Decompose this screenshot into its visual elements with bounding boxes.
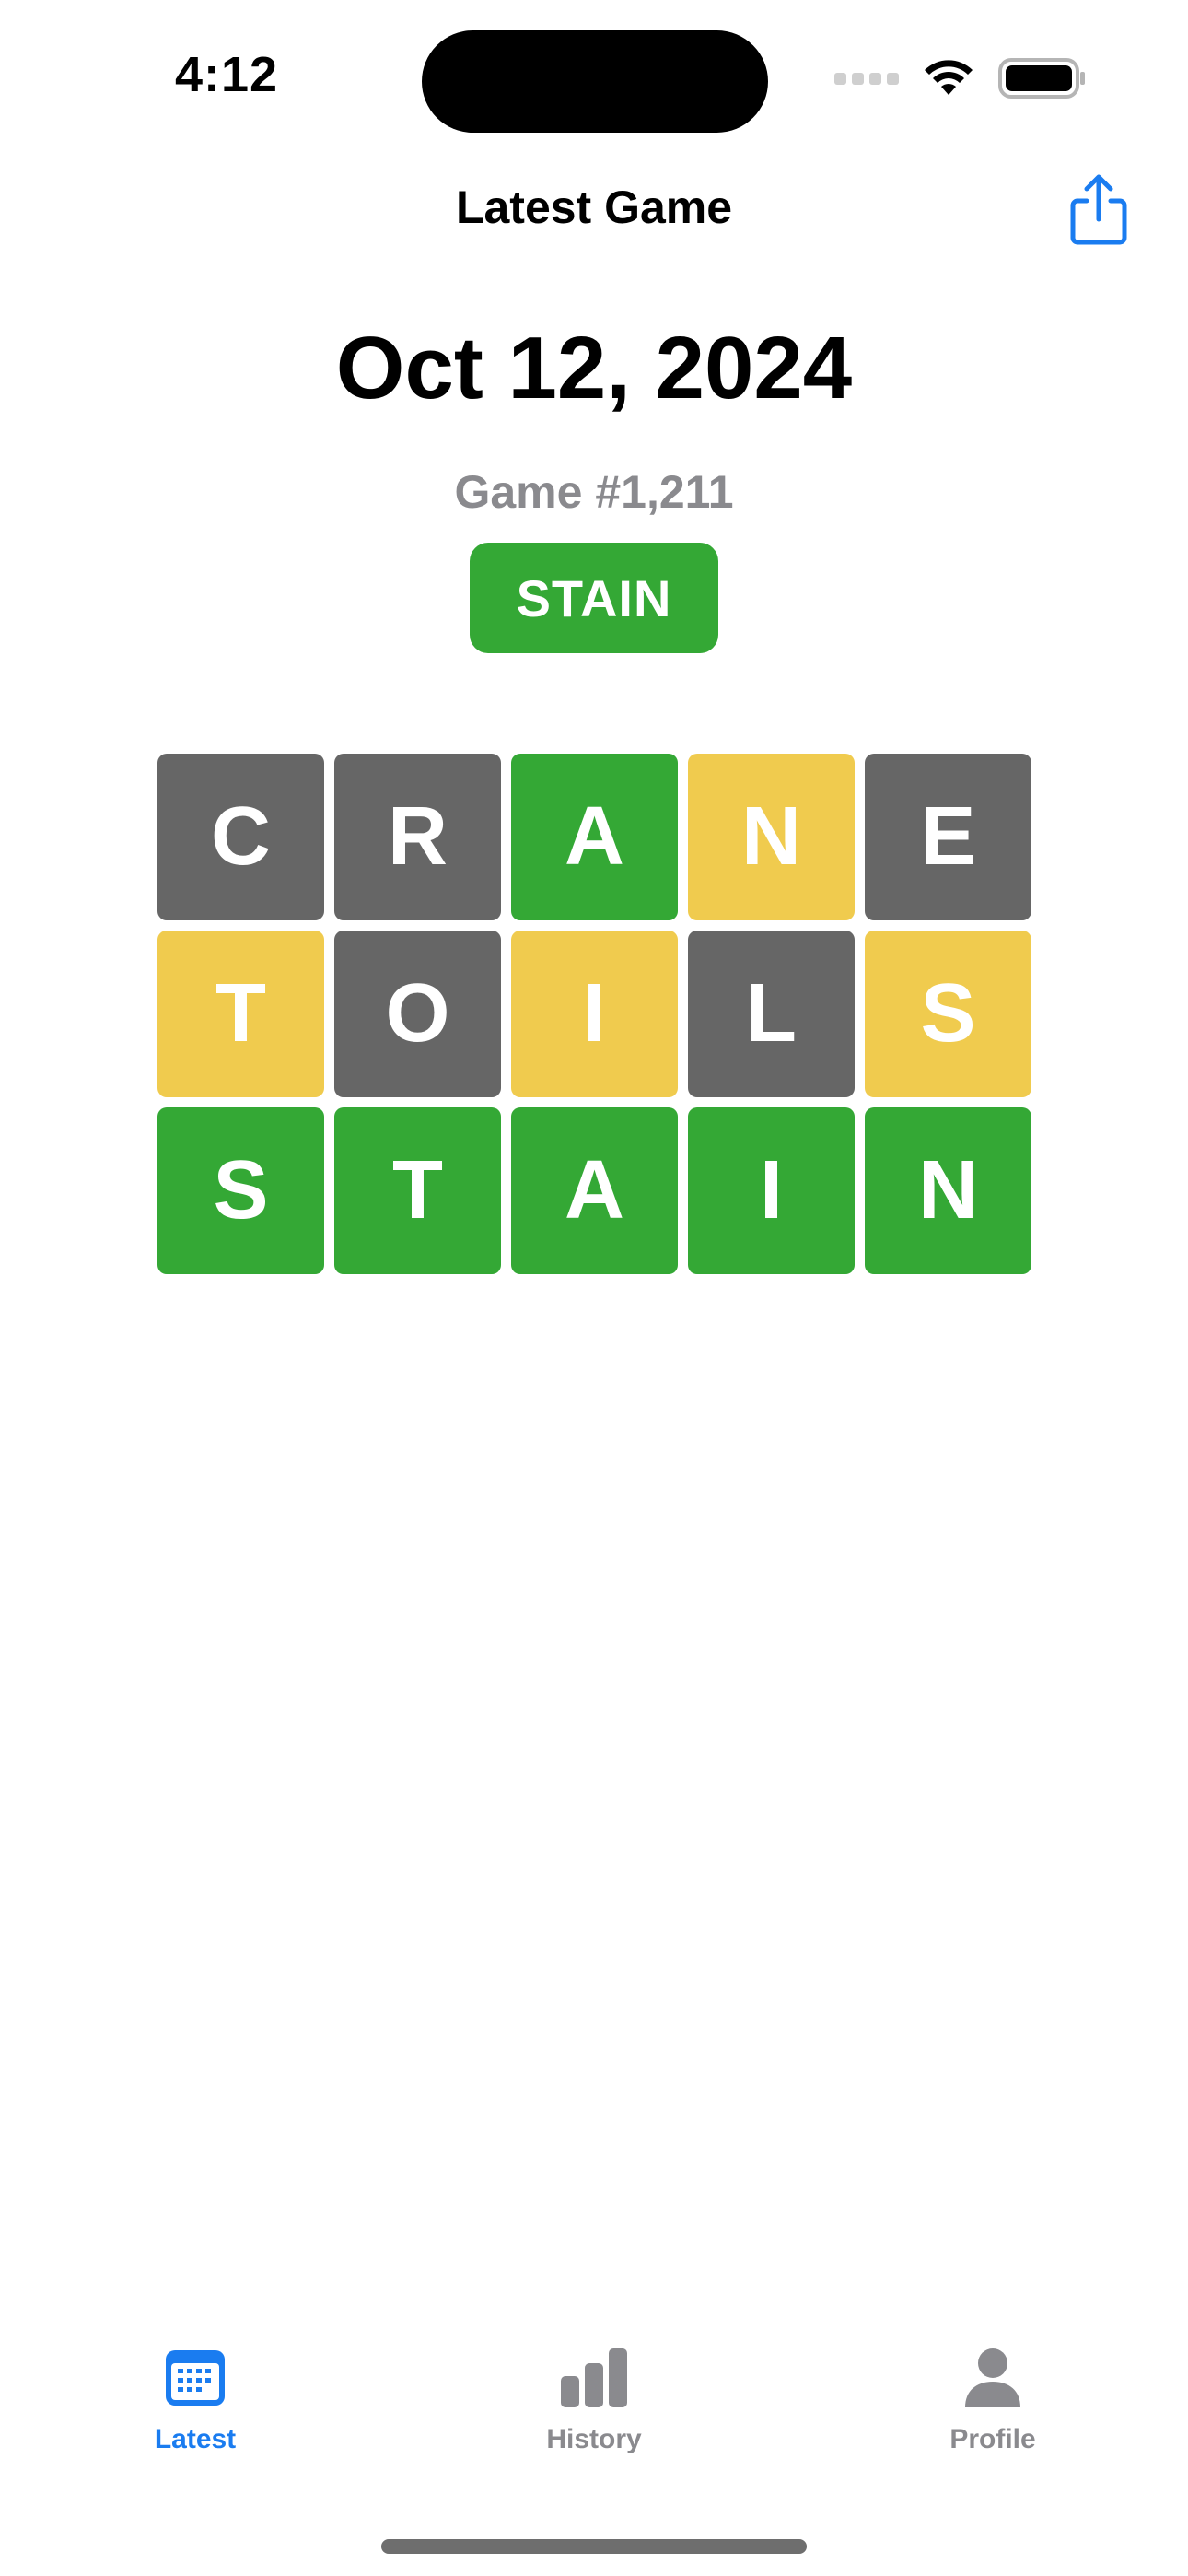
letter-tile: A	[511, 754, 678, 920]
letter-tile: N	[688, 754, 855, 920]
status-icons	[834, 57, 1087, 100]
home-indicator	[381, 2539, 807, 2554]
tab-history[interactable]: History	[483, 2345, 705, 2455]
tab-label-history: History	[546, 2424, 642, 2454]
letter-tile: C	[157, 754, 324, 920]
status-time: 4:12	[175, 47, 279, 102]
battery-icon	[998, 58, 1085, 99]
wifi-icon	[925, 60, 973, 95]
letter-tile: S	[865, 931, 1031, 1097]
letter-tile: T	[334, 1107, 501, 1274]
letter-tile: R	[334, 754, 501, 920]
letter-tile: S	[157, 1107, 324, 1274]
letter-tile: T	[157, 931, 324, 1097]
game-date: Oct 12, 2024	[335, 319, 853, 417]
tab-label-profile: Profile	[949, 2424, 1036, 2454]
tab-latest[interactable]: Latest	[85, 2345, 306, 2455]
bar-chart-icon	[561, 2348, 627, 2407]
person-icon	[965, 2348, 1020, 2407]
share-button[interactable]	[1066, 173, 1131, 247]
letter-tile: O	[334, 931, 501, 1097]
share-icon	[1070, 174, 1127, 245]
tab-label-latest: Latest	[154, 2424, 237, 2454]
page-title: Latest Game	[455, 181, 733, 233]
game-number: Game #1,211	[454, 466, 734, 518]
dynamic-island	[422, 30, 768, 133]
answer-badge: STAIN	[470, 543, 718, 653]
letter-tile: A	[511, 1107, 678, 1274]
letter-tile: I	[511, 931, 678, 1097]
letter-tile: L	[688, 931, 855, 1097]
tab-bar: Latest History Profile	[0, 2345, 1188, 2492]
cellular-signal-icon	[834, 72, 899, 85]
letter-tile: N	[865, 1107, 1031, 1274]
tab-profile[interactable]: Profile	[882, 2345, 1103, 2455]
letter-tile: E	[865, 754, 1031, 920]
calendar-icon	[166, 2350, 225, 2406]
letter-tile: I	[688, 1107, 855, 1274]
guess-grid: CRANETOILSSTAIN	[157, 754, 1031, 1274]
